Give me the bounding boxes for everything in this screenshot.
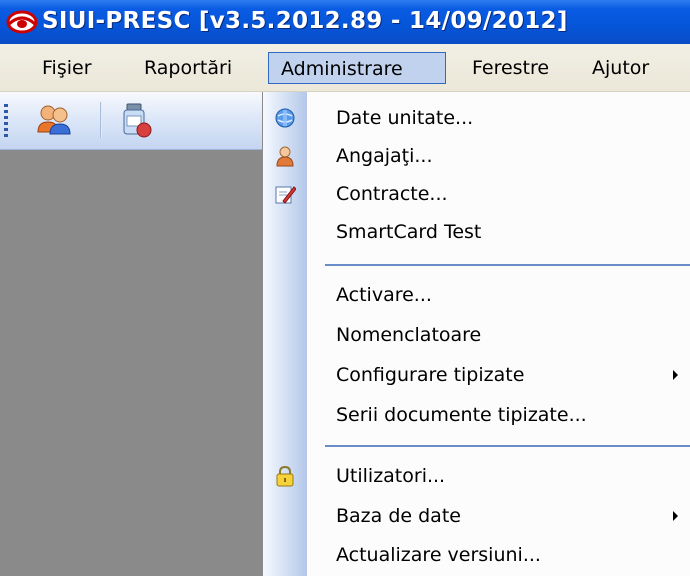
- menu-item-nomenclatoare[interactable]: Nomenclatoare: [263, 316, 690, 354]
- menu-separator: [325, 264, 690, 266]
- menu-item-angajati[interactable]: Angajaţi...: [263, 137, 690, 175]
- window-title: SIUI-PRESC [v3.5.2012.89 - 14/09/2012]: [42, 8, 568, 34]
- toolbar: [0, 92, 262, 150]
- unit-data-icon: [275, 108, 295, 128]
- menu-bar: Fişier Raportări Administrare Ferestre A…: [0, 44, 690, 92]
- menu-item-label: Contracte...: [336, 183, 448, 205]
- lock-icon: [276, 465, 294, 487]
- menu-item-utilizatori[interactable]: Utilizatori...: [263, 457, 690, 495]
- menu-ferestre[interactable]: Ferestre: [460, 52, 561, 84]
- users-icon[interactable]: [34, 100, 74, 140]
- contract-edit-icon: [275, 186, 296, 204]
- menu-item-label: Activare...: [336, 284, 432, 306]
- menu-item-contracte[interactable]: Contracte...: [263, 175, 690, 213]
- menu-item-label: Nomenclatoare: [336, 324, 482, 346]
- menu-item-label: Date unitate...: [336, 107, 474, 129]
- submenu-arrow-icon: [673, 511, 678, 521]
- submenu-arrow-icon: [673, 370, 678, 380]
- menu-item-label: Baza de date: [336, 505, 461, 527]
- administrare-dropdown: Date unitate... Angajaţi... Contracte...…: [262, 92, 690, 576]
- menu-item-label: Actualizare versiuni...: [336, 544, 541, 566]
- employee-icon: [276, 146, 294, 167]
- menu-item-serii-documente-tipizate[interactable]: Serii documente tipizate...: [263, 396, 690, 434]
- mdi-workspace[interactable]: [0, 150, 262, 576]
- menu-item-smartcard-test[interactable]: SmartCard Test: [263, 213, 690, 251]
- menu-item-label: Angajaţi...: [336, 145, 433, 167]
- menu-item-label: Configurare tipizate: [336, 364, 525, 386]
- menu-item-actualizare-versiuni[interactable]: Actualizare versiuni...: [263, 536, 690, 574]
- toolbar-separator: [100, 102, 102, 138]
- menu-item-date-unitate[interactable]: Date unitate...: [263, 99, 690, 137]
- menu-item-label: SmartCard Test: [336, 221, 482, 243]
- menu-item-label: Serii documente tipizate...: [336, 404, 587, 426]
- app-logo-icon: [6, 10, 38, 34]
- menu-item-baza-de-date[interactable]: Baza de date: [263, 497, 690, 535]
- title-bar: SIUI-PRESC [v3.5.2012.89 - 14/09/2012]: [0, 0, 690, 44]
- menu-item-label: Utilizatori...: [336, 465, 446, 487]
- menu-fisier[interactable]: Fişier: [30, 52, 104, 84]
- toolbar-grip[interactable]: [4, 104, 8, 140]
- menu-raportari[interactable]: Raportări: [132, 52, 244, 84]
- medicine-bottle-icon[interactable]: [116, 100, 156, 140]
- menu-separator: [325, 445, 690, 447]
- menu-ajutor[interactable]: Ajutor: [580, 52, 661, 84]
- menu-item-configurare-tipizate[interactable]: Configurare tipizate: [263, 356, 690, 394]
- menu-administrare[interactable]: Administrare: [268, 52, 446, 84]
- menu-item-activare[interactable]: Activare...: [263, 276, 690, 314]
